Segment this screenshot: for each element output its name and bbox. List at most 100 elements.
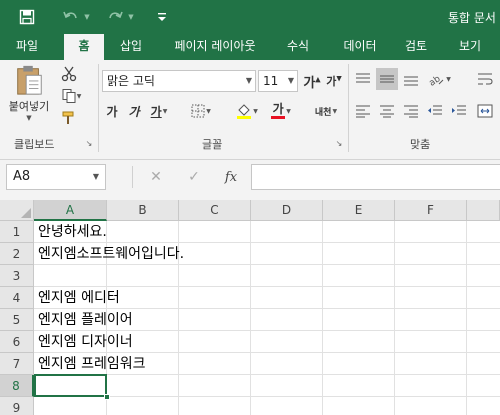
bold-label: 가 — [106, 104, 118, 119]
align-center-icon — [380, 105, 394, 118]
align-right-icon — [404, 105, 418, 118]
fill-color-button[interactable]: ▼ — [232, 100, 262, 122]
row-header-6[interactable]: 6 — [0, 331, 34, 353]
tab-view[interactable]: 보기 — [450, 34, 490, 60]
chevron-down-icon: ▼ — [253, 107, 258, 115]
save-icon[interactable] — [14, 0, 40, 34]
align-right-button[interactable] — [400, 100, 422, 122]
column-header-f[interactable]: F — [395, 200, 467, 221]
worksheet-grid[interactable]: A B C D E F 1 2 3 4 5 6 7 8 9 안녕하세요. 엔지엠… — [0, 200, 500, 415]
row-header-1[interactable]: 1 — [0, 221, 34, 243]
chevron-down-icon: ▼ — [76, 92, 82, 100]
borders-button[interactable]: ▼ — [188, 100, 214, 122]
select-all-button[interactable] — [0, 200, 34, 221]
close-icon: ✕ — [150, 169, 162, 185]
customize-qat-icon[interactable] — [154, 0, 170, 34]
enter-button[interactable]: ✓ — [184, 166, 204, 188]
column-header-b[interactable]: B — [107, 200, 179, 221]
increase-font-size-button[interactable]: 가▲ — [302, 70, 322, 92]
row-header-2[interactable]: 2 — [0, 243, 34, 265]
cell-a7[interactable]: 엔지엠 프레임워크 — [38, 353, 146, 375]
fill-handle[interactable] — [104, 394, 110, 400]
align-middle-icon — [380, 75, 394, 83]
copy-icon — [62, 89, 76, 103]
grid-line — [250, 221, 251, 415]
grid-line — [322, 221, 323, 415]
row-header-7[interactable]: 7 — [0, 353, 34, 375]
undo-icon[interactable] — [60, 0, 82, 34]
fx-icon: fx — [224, 169, 238, 185]
tab-home[interactable]: 홈 — [64, 34, 104, 60]
underline-button[interactable]: 가 ▼ — [146, 100, 172, 122]
cancel-button[interactable]: ✕ — [146, 166, 166, 188]
bold-button[interactable]: 가 — [102, 100, 122, 122]
borders-icon — [191, 104, 205, 118]
row-header-8[interactable]: 8 — [0, 375, 34, 397]
column-header-a[interactable]: A — [34, 200, 107, 221]
tab-insert[interactable]: 삽입 — [110, 34, 152, 60]
increase-font-icon: 가▲ — [303, 75, 321, 91]
font-name-combo[interactable]: 맑은 고딕 ▼ — [102, 70, 256, 92]
format-painter-button[interactable] — [58, 108, 80, 128]
redo-icon[interactable] — [104, 0, 126, 34]
copy-button[interactable]: ▼ — [58, 86, 84, 106]
cell-a6[interactable]: 엔지엠 디자이너 — [38, 331, 133, 353]
paste-button[interactable]: 붙여넣기 ▼ — [6, 64, 52, 122]
undo-dropdown-icon[interactable]: ▼ — [82, 0, 92, 34]
cut-button[interactable] — [58, 64, 80, 84]
font-color-icon: 가 — [271, 103, 286, 119]
tab-data[interactable]: 데이터 — [334, 34, 386, 60]
phonetic-button[interactable]: 내천 ▼ — [308, 100, 344, 122]
column-header-d[interactable]: D — [251, 200, 323, 221]
align-center-button[interactable] — [376, 100, 398, 122]
row-header-5[interactable]: 5 — [0, 309, 34, 331]
tab-review[interactable]: 검토 — [396, 34, 436, 60]
clipboard-group-label: 클립보드 — [14, 138, 55, 151]
svg-text:ab: ab — [428, 74, 443, 87]
dialog-launcher-icon[interactable]: ↘ — [334, 138, 344, 148]
insert-function-button[interactable]: fx — [220, 166, 242, 188]
tab-page-layout[interactable]: 페이지 레이아웃 — [164, 34, 266, 60]
formula-input[interactable] — [251, 164, 500, 190]
font-color-button[interactable]: 가 ▼ — [266, 100, 296, 122]
align-top-button[interactable] — [352, 68, 374, 90]
chevron-down-icon: ▼ — [92, 172, 99, 181]
column-header-c[interactable]: C — [179, 200, 251, 221]
cell-a2[interactable]: 엔지엠소프트웨어입니다. — [38, 243, 184, 265]
dialog-launcher-icon[interactable]: ↘ — [84, 138, 94, 148]
redo-dropdown-icon[interactable]: ▼ — [126, 0, 136, 34]
row-header-3[interactable]: 3 — [0, 265, 34, 287]
decrease-font-icon: 가▼ — [326, 74, 342, 88]
row-header-9[interactable]: 9 — [0, 397, 34, 415]
cell-a4[interactable]: 엔지엠 에디터 — [38, 287, 120, 309]
merge-cells-icon — [477, 104, 493, 118]
active-cell-a8[interactable] — [34, 374, 107, 397]
chevron-down-icon: ▼ — [26, 114, 32, 122]
orientation-button[interactable]: ab ▼ — [424, 68, 454, 90]
italic-button[interactable]: 가 — [124, 100, 144, 122]
font-size-combo[interactable]: 11 ▼ — [258, 70, 298, 92]
title-bar: ▼ ▼ 통합 문서 — [0, 0, 500, 34]
decrease-indent-icon — [428, 105, 442, 115]
chevron-down-icon: ▼ — [245, 76, 252, 85]
decrease-indent-button[interactable] — [424, 100, 446, 122]
tab-file[interactable]: 파일 — [4, 34, 50, 60]
decrease-font-size-button[interactable]: 가▼ — [324, 70, 344, 92]
align-left-button[interactable] — [352, 100, 374, 122]
wrap-text-button[interactable] — [474, 68, 496, 90]
name-box[interactable]: A8 ▼ — [6, 164, 106, 190]
row-header-4[interactable]: 4 — [0, 287, 34, 309]
align-middle-button[interactable] — [376, 68, 398, 90]
cell-a5[interactable]: 엔지엠 플레이어 — [38, 309, 133, 331]
column-header-g[interactable] — [467, 200, 500, 221]
select-all-icon — [21, 208, 31, 218]
increase-indent-button[interactable] — [448, 100, 470, 122]
align-top-icon — [356, 73, 370, 83]
tab-formulas[interactable]: 수식 — [276, 34, 320, 60]
align-bottom-button[interactable] — [400, 68, 422, 90]
alignment-group-label: 맞춤 — [410, 138, 431, 151]
cell-a1[interactable]: 안녕하세요. — [38, 221, 107, 243]
merge-center-button[interactable] — [474, 100, 496, 122]
formula-bar-divider — [132, 166, 133, 188]
column-header-e[interactable]: E — [323, 200, 395, 221]
